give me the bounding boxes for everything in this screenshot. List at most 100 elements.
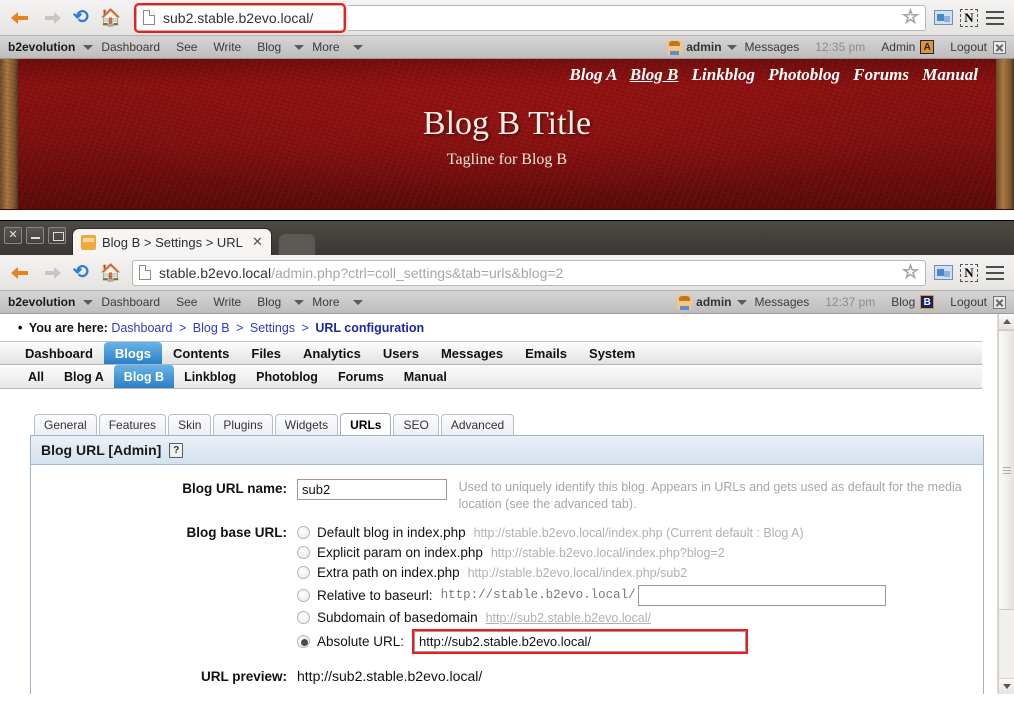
nav-item-blogs[interactable]: Blogs: [103, 342, 163, 364]
evobar-item-write[interactable]: Write: [205, 295, 249, 309]
subnav-item-linkblog[interactable]: Linkblog: [174, 365, 246, 388]
evobar-item-see[interactable]: See: [168, 295, 205, 309]
forward-button[interactable]: [36, 3, 66, 33]
tab-widgets[interactable]: Widgets: [274, 414, 339, 435]
nav-item-system[interactable]: System: [578, 342, 646, 364]
back-button[interactable]: [6, 258, 36, 288]
banner-link-blog-a[interactable]: Blog A: [569, 65, 616, 84]
radio-option-extra-path-index[interactable]: Extra path on index.php http://stable.b2…: [297, 563, 983, 582]
tab-seo[interactable]: SEO: [393, 414, 439, 435]
chevron-down-icon[interactable]: [736, 299, 747, 305]
radio-button-icon[interactable]: [297, 546, 310, 559]
tab-urls[interactable]: URLs: [340, 413, 392, 435]
scrollbar-thumb[interactable]: [999, 330, 1014, 610]
evobar-logout-link[interactable]: Logout: [942, 295, 989, 309]
breadcrumb-item-blog-b[interactable]: Blog B: [193, 321, 230, 335]
evobar-logout-link[interactable]: Logout: [942, 40, 989, 54]
chevron-down-icon[interactable]: [726, 44, 737, 50]
note-button[interactable]: N: [956, 5, 982, 31]
tab-close-icon[interactable]: ✕: [252, 234, 263, 250]
chevron-down-icon[interactable]: [83, 44, 94, 50]
evobar-item-write[interactable]: Write: [205, 40, 249, 54]
radio-button-icon[interactable]: [297, 588, 310, 602]
reload-button[interactable]: ⟳: [66, 3, 96, 33]
browser-tab-active[interactable]: Blog B > Settings > URL cᴏ ✕: [72, 228, 272, 255]
radio-button-icon[interactable]: [297, 634, 310, 648]
radio-button-icon[interactable]: [297, 611, 310, 624]
back-button[interactable]: [6, 3, 36, 33]
scroll-up-button[interactable]: [999, 314, 1014, 330]
tab-general[interactable]: General: [34, 414, 97, 435]
top-address-bar-tail[interactable]: ☆: [348, 4, 926, 31]
tab-background[interactable]: [277, 233, 316, 255]
evobar-brand[interactable]: b2evolution: [8, 40, 75, 54]
blog-badge-icon[interactable]: B: [920, 295, 935, 309]
scroll-down-button[interactable]: [999, 678, 1014, 694]
tab-features[interactable]: Features: [98, 414, 167, 435]
evobar-item-more[interactable]: More: [304, 295, 347, 309]
vertical-scrollbar[interactable]: [998, 314, 1014, 694]
nav-item-emails[interactable]: Emails: [514, 342, 578, 364]
absolute-url-input[interactable]: [412, 628, 749, 654]
bookmark-star-icon[interactable]: ☆: [894, 6, 919, 29]
menu-button[interactable]: [982, 5, 1008, 31]
subnav-item-manual[interactable]: Manual: [394, 365, 457, 388]
evobar-brand[interactable]: b2evolution: [8, 295, 75, 309]
evobar-item-dashboard[interactable]: Dashboard: [93, 40, 168, 54]
bookmark-star-icon[interactable]: ☆: [894, 261, 919, 284]
banner-link-photoblog[interactable]: Photoblog: [768, 65, 840, 84]
chevron-down-icon[interactable]: [294, 44, 305, 50]
help-book-icon[interactable]: ?: [169, 442, 184, 458]
window-minimize-button[interactable]: [26, 226, 44, 244]
evobar-item-blog[interactable]: Blog: [249, 40, 289, 54]
logout-icon[interactable]: [993, 40, 1006, 54]
banner-link-forums[interactable]: Forums: [853, 65, 909, 84]
subnav-item-forums[interactable]: Forums: [328, 365, 394, 388]
subnav-item-photoblog[interactable]: Photoblog: [246, 365, 328, 388]
note-button[interactable]: N: [956, 260, 982, 286]
top-address-bar[interactable]: sub2.stable.b2evo.local/: [134, 2, 346, 33]
forward-button[interactable]: [36, 258, 66, 288]
radio-option-default-blog-index[interactable]: Default blog in index.php http://stable.…: [297, 523, 983, 542]
nav-item-files[interactable]: Files: [240, 342, 292, 364]
tab-skin[interactable]: Skin: [168, 414, 212, 435]
evobar-item-see[interactable]: See: [168, 40, 205, 54]
screenshot-button[interactable]: [930, 260, 956, 286]
blog-url-name-input[interactable]: [297, 479, 447, 500]
window-close-button[interactable]: ✕: [4, 226, 22, 244]
evobar-item-more[interactable]: More: [304, 40, 347, 54]
breadcrumb-item-dashboard[interactable]: Dashboard: [111, 321, 172, 335]
reload-button[interactable]: ⟳: [66, 258, 96, 288]
window-maximize-button[interactable]: [48, 226, 66, 244]
logout-icon[interactable]: [993, 295, 1006, 309]
evobar-admin-link[interactable]: Admin: [873, 40, 917, 54]
evobar-messages[interactable]: Messages: [737, 40, 808, 54]
banner-link-manual[interactable]: Manual: [922, 65, 978, 84]
radio-option-subdomain-of-basedomain[interactable]: Subdomain of basedomain http://sub2.stab…: [297, 608, 983, 627]
radio-button-icon[interactable]: [297, 566, 310, 579]
tab-plugins[interactable]: Plugins: [213, 414, 273, 435]
subnav-item-blog-a[interactable]: Blog A: [54, 365, 114, 388]
admin-badge-icon[interactable]: A: [920, 40, 935, 54]
radio-option-absolute-url[interactable]: Absolute URL:: [297, 628, 983, 654]
nav-item-messages[interactable]: Messages: [430, 342, 514, 364]
chevron-down-icon[interactable]: [352, 44, 363, 50]
chevron-down-icon[interactable]: [83, 299, 94, 305]
bottom-address-bar[interactable]: stable.b2evo.local/admin.php?ctrl=coll_s…: [132, 259, 926, 286]
evobar-item-dashboard[interactable]: Dashboard: [93, 295, 168, 309]
home-button[interactable]: 🏠: [96, 3, 126, 33]
evobar-item-blog[interactable]: Blog: [249, 295, 289, 309]
subnav-item-all[interactable]: All: [18, 365, 54, 388]
evobar-username[interactable]: admin: [696, 295, 731, 309]
nav-item-contents[interactable]: Contents: [162, 342, 240, 364]
radio-option-relative-to-baseurl[interactable]: Relative to baseurl: http://stable.b2evo…: [297, 583, 983, 607]
screenshot-button[interactable]: [930, 5, 956, 31]
subnav-item-blog-b[interactable]: Blog B: [113, 365, 175, 388]
nav-item-users[interactable]: Users: [372, 342, 430, 364]
radio-option-explicit-param-index[interactable]: Explicit param on index.php http://stabl…: [297, 543, 983, 562]
relative-baseurl-input[interactable]: [637, 584, 886, 606]
banner-link-blog-b[interactable]: Blog B: [630, 65, 679, 84]
home-button[interactable]: 🏠: [96, 258, 126, 288]
nav-item-dashboard[interactable]: Dashboard: [14, 342, 104, 364]
menu-button[interactable]: [982, 260, 1008, 286]
